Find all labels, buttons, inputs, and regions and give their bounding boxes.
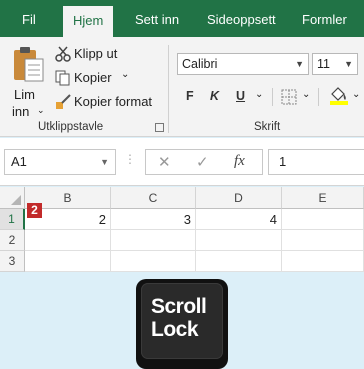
column-header-d[interactable]: D	[196, 187, 282, 209]
ribbon: Lim inn ⌄ Klipp ut Kopier ⌄ Kopier forma…	[0, 37, 364, 137]
cell-e3[interactable]	[282, 251, 364, 272]
clipboard-icon	[14, 47, 44, 82]
insert-function-icon[interactable]: fx	[234, 153, 245, 170]
clipboard-group-label: Utklippstavle	[38, 121, 104, 133]
formula-input[interactable]: 1	[268, 149, 364, 175]
tab-home[interactable]: Hjem	[63, 6, 114, 37]
row-header-2[interactable]: 2	[0, 230, 25, 251]
copy-label: Kopier	[74, 70, 112, 85]
key-label: Scroll Lock	[151, 295, 207, 341]
dialog-launcher-icon[interactable]	[155, 123, 164, 132]
chevron-down-icon: ⌄	[352, 89, 361, 100]
chevron-down-icon: ▼	[295, 59, 304, 69]
tab-page-layout[interactable]: Sideoppsett	[207, 0, 276, 37]
group-separator	[168, 45, 169, 133]
font-group-label: Skrift	[254, 121, 281, 133]
cut-label: Klipp ut	[74, 46, 118, 61]
row-header-1[interactable]: 1	[0, 209, 25, 230]
chevron-down-icon: ⌄	[302, 89, 311, 100]
name-box[interactable]: A1 ▼	[4, 149, 116, 175]
font-size-value: 11	[317, 57, 330, 71]
font-size-select[interactable]: 11 ▼	[312, 53, 358, 75]
step-badge: 2	[27, 203, 42, 218]
chevron-down-icon: ⌄	[121, 69, 130, 80]
paste-label-line2: inn	[12, 104, 30, 119]
cell-d2[interactable]	[196, 230, 282, 251]
cell-c1[interactable]: 3	[111, 209, 196, 230]
cell-d1[interactable]: 4	[196, 209, 282, 230]
chevron-down-icon: ▼	[344, 59, 353, 69]
key-label-line2: Lock	[151, 318, 199, 341]
copy-button[interactable]: Kopier ⌄	[55, 69, 135, 87]
copy-icon	[55, 70, 70, 86]
bold-button[interactable]: F	[186, 89, 194, 103]
divider	[318, 88, 319, 106]
formula-buttons: ✕ ✓ fx	[145, 149, 263, 175]
cell-b2[interactable]	[25, 230, 111, 251]
cell-c3[interactable]	[111, 251, 196, 272]
cancel-icon[interactable]: ✕	[158, 153, 171, 171]
cell-c2[interactable]	[111, 230, 196, 251]
formula-bar: A1 ▼ ⋮ ✕ ✓ fx 1	[0, 138, 364, 186]
name-box-value: A1	[11, 154, 27, 169]
tab-formulas[interactable]: Formler	[302, 0, 347, 37]
font-name-value: Calibri	[182, 57, 218, 71]
select-all-button[interactable]	[0, 187, 25, 209]
underline-button[interactable]: U	[236, 89, 245, 103]
spreadsheet-grid: B C D E 1 2 3 2 3 4	[0, 187, 364, 272]
paste-label-line1: Lim	[14, 87, 35, 102]
grip-icon: ⋮	[124, 152, 136, 166]
chevron-down-icon: ▼	[100, 157, 109, 167]
cut-button[interactable]: Klipp ut	[55, 45, 125, 63]
scroll-lock-key: Scroll Lock	[136, 279, 228, 369]
tab-insert[interactable]: Sett inn	[135, 0, 179, 37]
fill-color-icon[interactable]	[329, 85, 349, 105]
cell-b3[interactable]	[25, 251, 111, 272]
format-painter-label: Kopier format	[74, 94, 153, 109]
column-header-e[interactable]: E	[282, 187, 364, 209]
cell-e2[interactable]	[282, 230, 364, 251]
tab-file[interactable]: Fil	[22, 0, 36, 37]
cell-e1[interactable]	[282, 209, 364, 230]
chevron-down-icon: ⌄	[255, 89, 264, 100]
chevron-down-icon: ⌄	[37, 105, 45, 115]
row-header-3[interactable]: 3	[0, 251, 25, 272]
enter-icon[interactable]: ✓	[196, 153, 209, 171]
font-name-select[interactable]: Calibri ▼	[177, 53, 309, 75]
italic-button[interactable]: K	[210, 89, 219, 103]
key-label-line1: Scroll	[151, 295, 207, 318]
paste-button[interactable]: Lim inn ⌄	[8, 43, 48, 119]
paintbrush-icon	[56, 94, 71, 109]
scissors-icon	[55, 46, 71, 62]
key-cap: Scroll Lock	[141, 283, 223, 359]
column-header-c[interactable]: C	[111, 187, 196, 209]
divider	[272, 88, 273, 106]
format-painter-button[interactable]: Kopier format	[55, 93, 155, 111]
cell-d3[interactable]	[196, 251, 282, 272]
ribbon-tab-bar: Fil Hjem Sett inn Sideoppsett Formler	[0, 0, 364, 37]
borders-icon[interactable]	[281, 89, 297, 105]
